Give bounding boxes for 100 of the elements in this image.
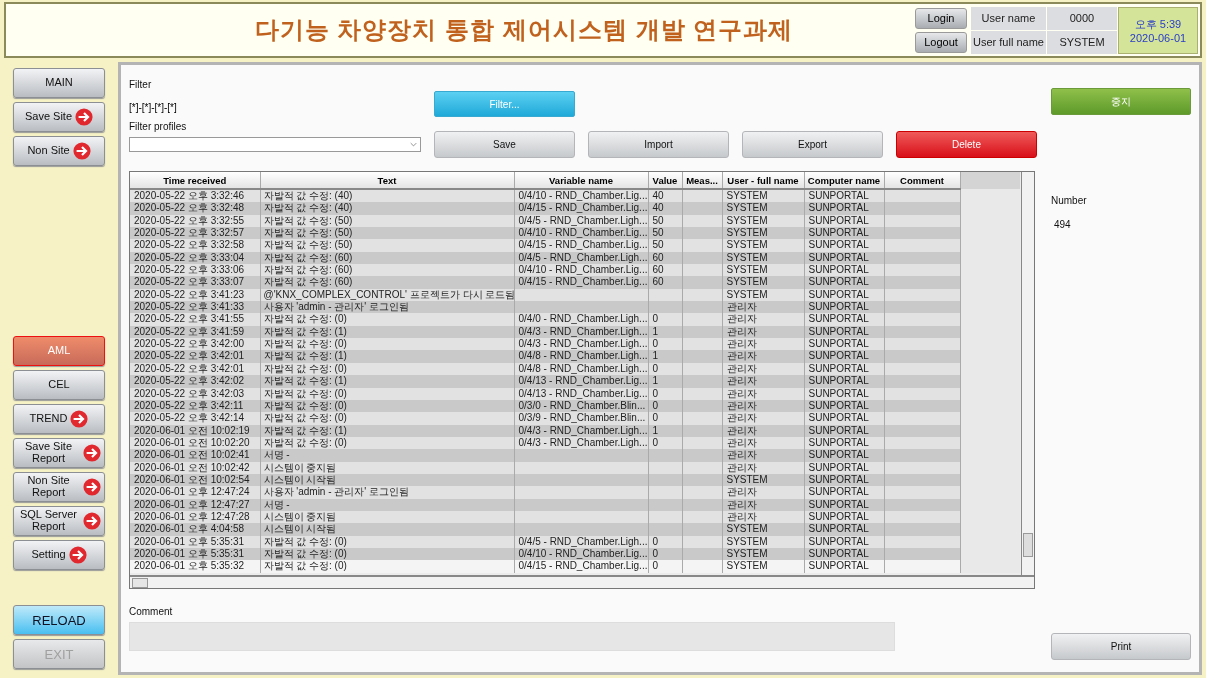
table-row[interactable]: 2020-06-01 오전 10:02:19 자발적 값 수정: (1) 0/4/3 - RND_Chamber.Ligh... 1 관리자 SUNPORTAL (130, 424, 1020, 437)
nav-button[interactable]: Save Site (13, 102, 105, 132)
table-row[interactable]: 2020-06-01 오전 10:02:20 자발적 값 수정: (0) 0/4/3 - RND_Chamber.Ligh... 0 관리자 SUNPORTAL (130, 436, 1020, 450)
table-row[interactable]: 2020-06-01 오후 4:04:58 시스템이 시작됨 SYSTEM SUNPORTAL (130, 523, 1020, 536)
nav-button[interactable]: MAIN (13, 68, 105, 98)
table-row[interactable]: 2020-05-22 오후 3:33:06 자발적 값 수정: (60) 0/4/10 - RND_Chamber.Lig... 60 SYSTEM SUNPORTAL (130, 264, 1020, 277)
value-cell: 60 (648, 264, 682, 277)
table-row[interactable]: 2020-05-22 오후 3:32:58 자발적 값 수정: (50) 0/4/15 - RND_Chamber.Lig... 50 SYSTEM SUNPORTAL (130, 239, 1020, 252)
table-row[interactable]: 2020-06-01 오전 10:02:41 서명 - 관리자 SUNPORTAL (130, 449, 1020, 462)
table-row[interactable]: 2020-05-22 오후 3:32:48 자발적 값 수정: (40) 0/4/15 - RND_Chamber.Lig... 40 SYSTEM SUNPORTAL (130, 202, 1020, 215)
computer-cell: SUNPORTAL (804, 350, 884, 363)
computer-cell: SUNPORTAL (804, 202, 884, 215)
number-label: Number (1051, 195, 1088, 206)
nav-button[interactable]: TREND (13, 404, 105, 434)
filter-profiles-label: Filter profiles (129, 121, 188, 132)
computer-cell: SUNPORTAL (804, 301, 884, 314)
table-row[interactable]: 2020-05-22 오후 3:41:59 자발적 값 수정: (1) 0/4/3 - RND_Chamber.Ligh... 1 관리자 SUNPORTAL (130, 325, 1020, 339)
user-cell: SYSTEM (722, 276, 804, 289)
time-cell: 2020-05-22 오후 3:32:48 (130, 202, 260, 215)
nav-button[interactable]: Non Site Report (13, 472, 105, 502)
table-row[interactable]: 2020-06-01 오전 10:02:42 시스템이 중지됨 관리자 SUNPORTAL (130, 461, 1020, 474)
text-cell: 자발적 값 수정: (50) (260, 239, 514, 252)
table-row[interactable]: 2020-05-22 오후 3:32:57 자발적 값 수정: (50) 0/4/10 - RND_Chamber.Lig... 50 SYSTEM SUNPORTAL (130, 227, 1020, 240)
table-row[interactable]: 2020-06-01 오후 12:47:24 사용자 'admin - 관리자' 로그인됨 관리자 SUNPORTAL (130, 486, 1020, 499)
table-row[interactable]: 2020-05-22 오후 3:42:00 자발적 값 수정: (0) 0/4/3 - RND_Chamber.Ligh... 0 관리자 SUNPORTAL (130, 338, 1020, 351)
table-row[interactable]: 2020-06-01 오후 5:35:32 자발적 값 수정: (0) 0/4/15 - RND_Chamber.Lig... 0 SYSTEM SUNPORTAL (130, 560, 1020, 573)
table-row[interactable]: 2020-05-22 오후 3:42:01 자발적 값 수정: (1) 0/4/8 - RND_Chamber.Ligh... 1 관리자 SUNPORTAL (130, 350, 1020, 363)
table-row[interactable]: 2020-05-22 오후 3:41:55 자발적 값 수정: (0) 0/4/0 - RND_Chamber.Ligh... 0 관리자 SUNPORTAL (130, 313, 1020, 326)
app-title: 다기능 차양장치 통합 제어시스템 개발 연구과제 (253, 15, 795, 45)
column-header[interactable]: Meas... (682, 172, 722, 189)
column-header[interactable]: Variable name (514, 172, 648, 189)
table-row[interactable]: 2020-05-22 오후 3:33:04 자발적 값 수정: (60) 0/4/5 - RND_Chamber.Ligh... 60 SYSTEM SUNPORTAL (130, 251, 1020, 265)
table-row[interactable]: 2020-05-22 오후 3:42:03 자발적 값 수정: (0) 0/4/13 - RND_Chamber.Lig... 0 관리자 SUNPORTAL (130, 387, 1020, 400)
print-button[interactable]: Print (1051, 633, 1191, 660)
user-cell: SYSTEM (722, 227, 804, 240)
nav-button[interactable]: CEL (13, 370, 105, 400)
user-cell: 관리자 (722, 301, 804, 314)
column-header[interactable]: Text (260, 172, 514, 189)
user-cell: 관리자 (722, 313, 804, 326)
nav-button[interactable]: Setting (13, 540, 105, 570)
value-cell: 0 (648, 560, 682, 573)
table-row[interactable]: 2020-05-22 오후 3:33:07 자발적 값 수정: (60) 0/4/15 - RND_Chamber.Lig... 60 SYSTEM SUNPORTAL (130, 276, 1020, 289)
computer-cell: SUNPORTAL (804, 449, 884, 462)
computer-cell: SUNPORTAL (804, 523, 884, 536)
table-row[interactable]: 2020-05-22 오후 3:41:33 사용자 'admin - 관리자' 로그인됨 관리자 SUNPORTAL (130, 301, 1020, 314)
table-row[interactable]: 2020-06-01 오후 5:35:31 자발적 값 수정: (0) 0/4/10 - RND_Chamber.Lig... 0 SYSTEM SUNPORTAL (130, 547, 1020, 561)
table-row[interactable]: 2020-06-01 오후 12:47:27 서명 - 관리자 SUNPORTAL (130, 498, 1020, 511)
computer-cell: SUNPORTAL (804, 486, 884, 499)
table-row[interactable]: 2020-06-01 오후 5:35:31 자발적 값 수정: (0) 0/4/5 - RND_Chamber.Ligh... 0 SYSTEM SUNPORTAL (130, 535, 1020, 548)
profile-button[interactable]: Import (588, 131, 729, 158)
column-header[interactable]: Comment (884, 172, 960, 189)
time-cell: 2020-06-01 오후 4:04:58 (130, 523, 260, 536)
table-row[interactable]: 2020-05-22 오후 3:42:02 자발적 값 수정: (1) 0/4/13 - RND_Chamber.Lig... 1 관리자 SUNPORTAL (130, 375, 1020, 388)
user-cell: 관리자 (722, 449, 804, 462)
profile-button[interactable]: Delete (896, 131, 1037, 158)
column-header[interactable]: Time received (130, 172, 260, 189)
logout-button[interactable]: Logout (915, 31, 967, 53)
user-cell: SYSTEM (722, 264, 804, 277)
profile-button[interactable]: Export (742, 131, 883, 158)
variable-cell: 0/3/9 - RND_Chamber.Blin... (514, 412, 648, 425)
user-cell: 관리자 (722, 338, 804, 351)
nav-button[interactable]: SQL Server Report (13, 506, 105, 536)
table-row[interactable]: 2020-05-22 오후 3:42:01 자발적 값 수정: (0) 0/4/8 - RND_Chamber.Ligh... 0 관리자 SUNPORTAL (130, 362, 1020, 376)
reload-button[interactable]: RELOAD (13, 605, 105, 635)
text-cell: 자발적 값 수정: (40) (260, 202, 514, 215)
comment-field[interactable] (129, 622, 895, 651)
variable-cell: 0/4/15 - RND_Chamber.Lig... (514, 202, 648, 215)
text-cell: 자발적 값 수정: (0) (260, 338, 514, 351)
column-header[interactable]: Value (648, 172, 682, 189)
vertical-scrollbar[interactable] (1021, 172, 1034, 575)
time-cell: 2020-05-22 오후 3:42:01 (130, 350, 260, 363)
horizontal-scrollbar[interactable] (130, 575, 1034, 588)
text-cell: 자발적 값 수정: (60) (260, 264, 514, 277)
column-header[interactable]: Computer name (804, 172, 884, 189)
user-name-label: User name (971, 6, 1046, 30)
table-row[interactable]: 2020-05-22 오후 3:42:11 자발적 값 수정: (0) 0/3/0 - RND_Chamber.Blin... 0 관리자 SUNPORTAL (130, 399, 1020, 413)
profile-button[interactable]: Save (434, 131, 575, 158)
text-cell: 서명 - (260, 449, 514, 462)
time-cell: 2020-06-01 오후 12:47:24 (130, 486, 260, 499)
login-button[interactable]: Login (915, 7, 967, 29)
table-row[interactable]: 2020-06-01 오전 10:02:54 시스템이 시작됨 SYSTEM SUNPORTAL (130, 473, 1020, 487)
table-row[interactable]: 2020-05-22 오후 3:42:14 자발적 값 수정: (0) 0/3/9 - RND_Chamber.Blin... 0 관리자 SUNPORTAL (130, 412, 1020, 425)
filter-value: [*]-[*]-[*]-[*] (129, 102, 178, 113)
column-header[interactable]: User - full name (722, 172, 804, 189)
table-row[interactable]: 2020-05-22 오후 3:41:23 @'KNX_COMPLEX_CONTROL' 프로젝트가 다시 로드됨 SYSTEM SUNPORTAL (130, 288, 1020, 302)
value-cell: 0 (648, 313, 682, 326)
user-cell: SYSTEM (722, 560, 804, 573)
table-row[interactable]: 2020-05-22 오후 3:32:55 자발적 값 수정: (50) 0/4/5 - RND_Chamber.Ligh... 50 SYSTEM SUNPORTAL (130, 214, 1020, 228)
text-cell: 자발적 값 수정: (0) (260, 412, 514, 425)
table-row[interactable]: 2020-06-01 오후 12:47:28 시스템이 중지됨 관리자 SUNPORTAL (130, 510, 1020, 524)
time-cell: 2020-05-22 오후 3:41:33 (130, 301, 260, 314)
nav-button[interactable]: Save Site Report (13, 438, 105, 468)
variable-cell: 0/4/3 - RND_Chamber.Ligh... (514, 338, 648, 351)
clock-date: 2020-06-01 (1129, 31, 1187, 44)
filter-profiles-dropdown[interactable] (129, 137, 421, 152)
table-row[interactable]: 2020-05-22 오후 3:32:46 자발적 값 수정: (40) 0/4/10 - RND_Chamber.Lig... 40 SYSTEM SUNPORTAL (130, 189, 1020, 203)
variable-cell: 0/4/13 - RND_Chamber.Lig... (514, 375, 648, 388)
nav-button[interactable]: Non Site (13, 136, 105, 166)
time-cell: 2020-05-22 오후 3:42:14 (130, 412, 260, 425)
computer-cell: SUNPORTAL (804, 264, 884, 277)
